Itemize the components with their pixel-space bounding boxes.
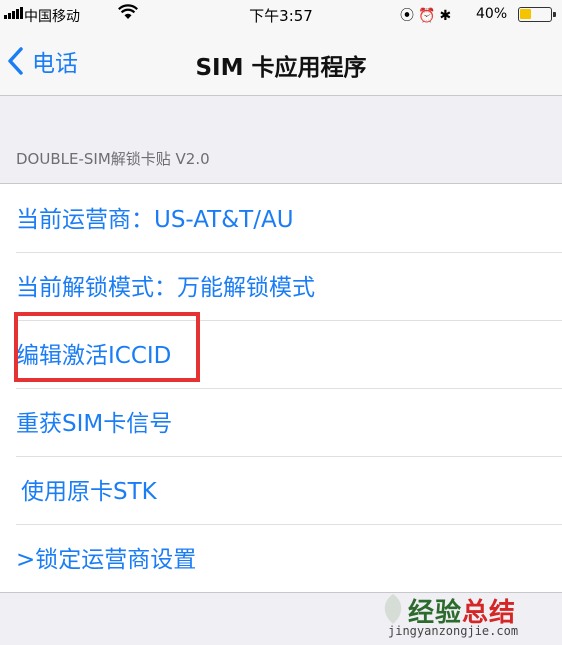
list-item-carrier[interactable]: 当前运营商：US-AT&T/AU [0, 184, 562, 252]
list-item-restore-signal[interactable]: 重获SIM卡信号 [0, 388, 562, 456]
list-item-edit-iccid[interactable]: 编辑激活ICCID [0, 320, 562, 388]
watermark: 经验总结 jingyanzongjie.com [384, 592, 558, 642]
list-item-label: >锁定运营商设置 [16, 547, 197, 573]
alarm-icon: ⏰ [418, 8, 440, 24]
section-header: DOUBLE-SIM解锁卡贴 V2.0 [16, 150, 210, 168]
bluetooth-icon: ✱ [439, 8, 456, 24]
watermark-url: jingyanzongjie.com [388, 624, 519, 638]
list-item-label: 使用原卡STK [21, 479, 157, 505]
list-item-lock-carrier[interactable]: >锁定运营商设置 [0, 524, 562, 592]
page-title: SIM 卡应用程序 [195, 55, 367, 81]
leaf-logo-icon [384, 594, 402, 624]
list-item-original-stk[interactable]: 使用原卡STK [0, 456, 562, 524]
menu-list: 当前运营商：US-AT&T/AU 当前解锁模式：万能解锁模式 编辑激活ICCID… [0, 183, 562, 593]
location-icon: ⦿ [400, 8, 418, 24]
battery-percent: 40% [476, 6, 508, 22]
navigation-bar: 电话 SIM 卡应用程序 [0, 30, 562, 96]
battery-icon [518, 7, 556, 22]
list-item-label: 当前运营商：US-AT&T/AU [16, 207, 294, 233]
battery-fill [520, 9, 531, 19]
list-item-unlock-mode[interactable]: 当前解锁模式：万能解锁模式 [0, 252, 562, 320]
list-item-label: 编辑激活ICCID [16, 343, 172, 369]
status-bar: 中国移动 下午3:57 ⦿⏰✱ 40% [0, 0, 562, 30]
list-item-label: 当前解锁模式：万能解锁模式 [16, 275, 315, 301]
list-item-label: 重获SIM卡信号 [16, 411, 173, 437]
